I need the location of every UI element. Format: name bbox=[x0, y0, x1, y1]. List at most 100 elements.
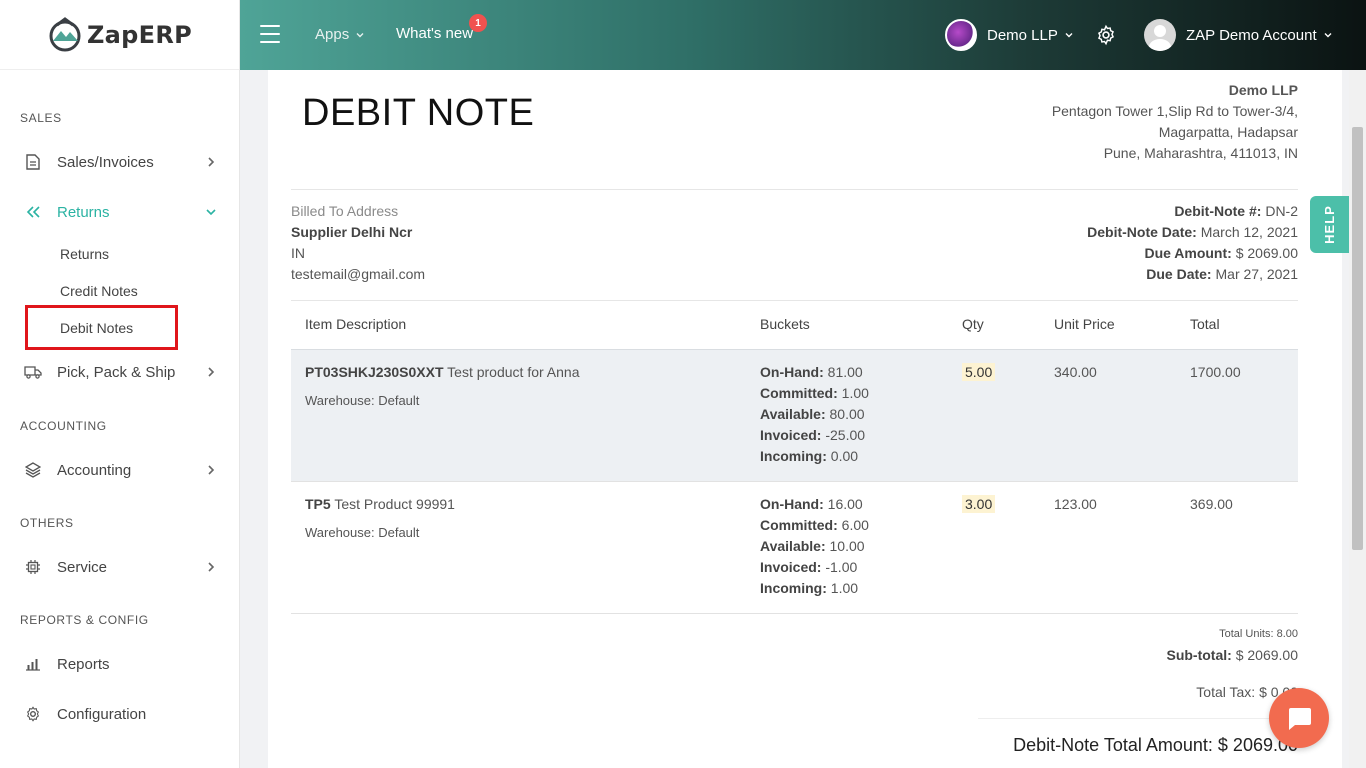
chevron-right-icon bbox=[208, 562, 215, 572]
chevron-down-icon bbox=[1065, 33, 1073, 38]
item-description: TP5 Test Product 99991 bbox=[305, 494, 455, 515]
whats-new-badge: 1 bbox=[469, 14, 487, 32]
gear-icon bbox=[24, 705, 42, 723]
scrollbar-thumb[interactable] bbox=[1352, 127, 1363, 550]
divider bbox=[291, 300, 1298, 301]
sidebar-item-configuration[interactable]: Configuration bbox=[0, 694, 240, 734]
divider bbox=[291, 189, 1298, 190]
item-name: Test Product 99991 bbox=[334, 496, 455, 512]
sidebar-item-label: Service bbox=[57, 558, 108, 576]
chevron-down-icon bbox=[356, 32, 364, 37]
debit-note-date: Debit-Note Date: March 12, 2021 bbox=[1087, 224, 1298, 240]
nav-section-accounting: ACCOUNTING bbox=[20, 419, 107, 433]
sidebar-item-label: Reports bbox=[57, 655, 110, 673]
item-unit-price: 340.00 bbox=[1054, 364, 1097, 380]
billed-to-address: Billed To Address Supplier Delhi Ncr IN … bbox=[291, 201, 425, 285]
nav-section-sales: SALES bbox=[20, 111, 62, 125]
divider bbox=[978, 718, 1298, 719]
column-header-unit-price: Unit Price bbox=[1054, 316, 1115, 332]
item-buckets: On-Hand: 81.00 Committed: 1.00 Available… bbox=[760, 364, 869, 464]
item-warehouse: Warehouse: Default bbox=[305, 525, 420, 540]
bar-chart-icon bbox=[24, 655, 42, 673]
sidebar-item-service[interactable]: Service bbox=[0, 547, 240, 587]
nav-section-reports-config: REPORTS & CONFIG bbox=[20, 613, 149, 627]
item-name: Test product for Anna bbox=[447, 364, 580, 380]
sidebar-item-label: Sales/Invoices bbox=[57, 153, 154, 171]
chat-bubble-icon bbox=[1289, 708, 1311, 730]
chevron-right-icon bbox=[208, 157, 215, 167]
column-header-qty: Qty bbox=[962, 316, 984, 332]
company-logo bbox=[945, 19, 977, 51]
sidebar: ZapERP SALES Sales/Invoices Returns Retu… bbox=[0, 0, 240, 768]
chip-icon bbox=[24, 558, 42, 576]
apps-menu-label: Apps bbox=[315, 26, 350, 43]
divider bbox=[291, 481, 1298, 482]
item-warehouse: Warehouse: Default bbox=[305, 393, 420, 408]
apps-menu[interactable]: Apps bbox=[315, 26, 365, 43]
item-sku: PT03SHKJ230S0XXT bbox=[305, 364, 444, 380]
debit-note-number: Debit-Note #: DN-2 bbox=[1174, 203, 1298, 219]
supplier-name: Supplier Delhi Ncr bbox=[291, 224, 413, 240]
account-name: ZAP Demo Account bbox=[1186, 26, 1317, 44]
supplier-country: IN bbox=[291, 245, 305, 261]
sidebar-item-sales-invoices[interactable]: Sales/Invoices bbox=[0, 142, 240, 182]
company-address-line2: Magarpatta, Hadapsar bbox=[1158, 124, 1298, 140]
zaperp-logo-icon bbox=[49, 16, 81, 51]
company-address: Demo LLP Pentagon Tower 1,Slip Rd to Tow… bbox=[1052, 80, 1298, 164]
chevron-right-icon bbox=[208, 465, 215, 475]
column-header-total: Total bbox=[1190, 316, 1220, 332]
supplier-email: testemail@gmail.com bbox=[291, 266, 426, 282]
sidebar-item-reports[interactable]: Reports bbox=[0, 644, 240, 684]
sidebar-item-accounting[interactable]: Accounting bbox=[0, 450, 240, 490]
top-bar: Apps What's new 1 Demo LLP ZAP Demo Acco… bbox=[240, 0, 1366, 70]
total-units: Total Units: 8.00 bbox=[1219, 628, 1298, 640]
billed-to-label: Billed To Address bbox=[291, 203, 399, 219]
document-icon bbox=[24, 153, 42, 171]
settings-gear-icon[interactable] bbox=[1095, 24, 1117, 46]
grand-total: Debit-Note Total Amount: $ 2069.00 bbox=[1013, 735, 1298, 755]
subtotal: Sub-total: $ 2069.00 bbox=[1166, 647, 1298, 663]
sidebar-subitem-credit-notes[interactable]: Credit Notes bbox=[60, 283, 138, 299]
item-sku: TP5 bbox=[305, 496, 331, 512]
account-menu[interactable]: ZAP Demo Account bbox=[1144, 19, 1333, 51]
avatar bbox=[1144, 19, 1176, 51]
hamburger-menu-icon[interactable] bbox=[260, 25, 280, 43]
item-total: 1700.00 bbox=[1190, 364, 1241, 380]
sidebar-item-label: Accounting bbox=[57, 461, 132, 479]
column-header-buckets: Buckets bbox=[760, 316, 810, 332]
item-qty: 3.00 bbox=[962, 494, 996, 515]
debit-notes-highlight bbox=[25, 305, 178, 350]
whats-new-link[interactable]: What's new bbox=[396, 25, 473, 42]
chat-button[interactable] bbox=[1269, 688, 1329, 748]
debit-note-meta: Debit-Note #: DN-2 Debit-Note Date: Marc… bbox=[1087, 201, 1298, 285]
sidebar-subitem-returns[interactable]: Returns bbox=[60, 246, 109, 262]
nav-section-others: OTHERS bbox=[20, 516, 74, 530]
company-switcher[interactable]: Demo LLP bbox=[945, 19, 1074, 51]
column-header-description: Item Description bbox=[305, 316, 407, 332]
truck-icon bbox=[24, 363, 42, 381]
item-unit-price: 123.00 bbox=[1054, 496, 1097, 512]
page-title: DEBIT NOTE bbox=[302, 92, 535, 134]
divider bbox=[291, 613, 1298, 614]
due-amount: Due Amount: $ 2069.00 bbox=[1144, 245, 1298, 261]
layers-icon bbox=[24, 461, 42, 479]
app-logo-text: ZapERP bbox=[86, 20, 193, 49]
item-buckets: On-Hand: 16.00 Committed: 6.00 Available… bbox=[760, 496, 869, 596]
rewind-icon bbox=[24, 203, 42, 221]
item-description: PT03SHKJ230S0XXT Test product for Anna bbox=[305, 362, 579, 383]
company-address-line1: Pentagon Tower 1,Slip Rd to Tower-3/4, bbox=[1051, 103, 1298, 119]
app-logo[interactable]: ZapERP bbox=[0, 0, 239, 70]
chevron-right-icon bbox=[208, 367, 215, 377]
help-tab[interactable]: HELP bbox=[1310, 196, 1349, 253]
sidebar-item-returns[interactable]: Returns bbox=[0, 192, 240, 232]
company-name: Demo LLP bbox=[987, 26, 1058, 44]
item-qty: 5.00 bbox=[962, 362, 996, 383]
sidebar-item-label: Configuration bbox=[57, 705, 147, 723]
company-name: Demo LLP bbox=[1228, 82, 1298, 98]
chevron-down-icon bbox=[206, 209, 216, 216]
sidebar-item-label: Pick, Pack & Ship bbox=[57, 363, 176, 381]
debit-note-document: DEBIT NOTE Demo LLP Pentagon Tower 1,Sli… bbox=[268, 70, 1342, 768]
due-date: Due Date: Mar 27, 2021 bbox=[1146, 266, 1298, 282]
company-address-line3: Pune, Maharashtra, 411013, IN bbox=[1103, 145, 1298, 161]
sidebar-item-pick-pack-ship[interactable]: Pick, Pack & Ship bbox=[0, 352, 240, 392]
